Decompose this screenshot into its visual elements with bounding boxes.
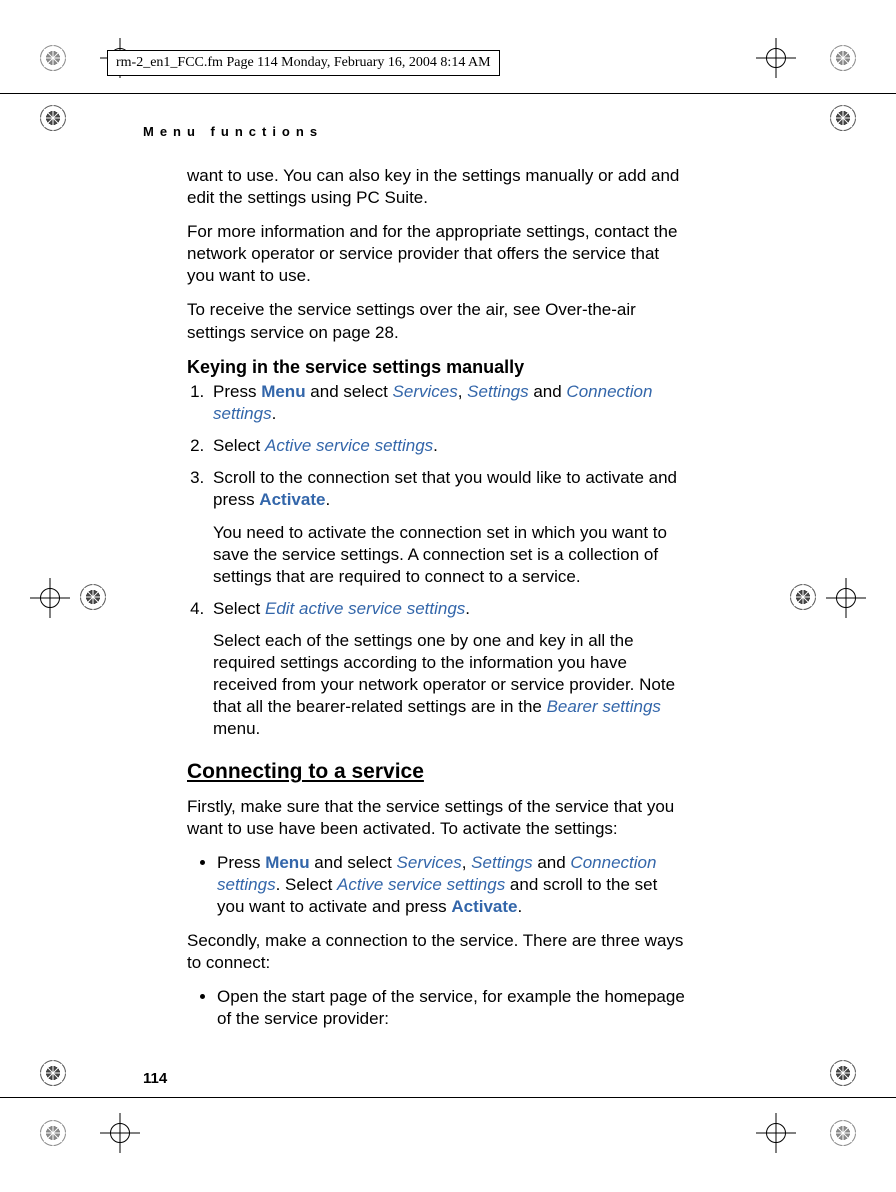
bullet-list: Open the start page of the service, for …	[187, 986, 685, 1030]
ui-term: Active service settings	[337, 875, 505, 894]
page-content: want to use. You can also key in the set…	[187, 165, 685, 1043]
ui-term: Active service settings	[265, 436, 433, 455]
text: and select	[310, 853, 397, 872]
list-item: Press Menu and select Services, Settings…	[209, 381, 685, 425]
list-item: Press Menu and select Services, Settings…	[217, 852, 685, 918]
cross-mark-icon	[826, 578, 866, 618]
heading: Connecting to a service	[187, 758, 685, 785]
body-text: You need to activate the connection set …	[213, 522, 685, 588]
cross-mark-icon	[756, 1113, 796, 1153]
text: ,	[462, 853, 471, 872]
body-text: For more information and for the appropr…	[187, 221, 685, 287]
list-item: Select Edit active service settings. Sel…	[209, 598, 685, 741]
text: .	[518, 897, 523, 916]
ui-term: Services	[393, 382, 458, 401]
text: and	[529, 382, 567, 401]
text: and	[533, 853, 571, 872]
reg-mark-icon	[830, 45, 856, 71]
crop-line	[0, 93, 896, 94]
body-text: Firstly, make sure that the service sett…	[187, 796, 685, 840]
cross-mark-icon	[756, 38, 796, 78]
ui-term: Bearer settings	[547, 697, 661, 716]
body-text: Select each of the settings one by one a…	[213, 630, 685, 740]
cross-mark-icon	[30, 578, 70, 618]
reg-mark-icon	[40, 1120, 66, 1146]
body-text: To receive the service settings over the…	[187, 299, 685, 343]
reg-mark-icon	[40, 105, 66, 131]
list-item: Open the start page of the service, for …	[217, 986, 685, 1030]
list-item: Select Active service settings.	[209, 435, 685, 457]
text: menu.	[213, 719, 260, 738]
body-text: want to use. You can also key in the set…	[187, 165, 685, 209]
reg-mark-icon	[830, 1120, 856, 1146]
text: Press	[213, 382, 261, 401]
page-number: 114	[143, 1070, 167, 1087]
text: .	[325, 490, 330, 509]
numbered-list: Press Menu and select Services, Settings…	[187, 381, 685, 740]
text: .	[433, 436, 438, 455]
reg-mark-icon	[80, 584, 106, 610]
text: and select	[306, 382, 393, 401]
cross-mark-icon	[100, 1113, 140, 1153]
ui-term: Menu	[265, 853, 309, 872]
list-item: Scroll to the connection set that you wo…	[209, 467, 685, 587]
reg-mark-icon	[40, 1060, 66, 1086]
reg-mark-icon	[790, 584, 816, 610]
bullet-list: Press Menu and select Services, Settings…	[187, 852, 685, 918]
ui-term: Menu	[261, 382, 305, 401]
text: ,	[458, 382, 467, 401]
text: .	[272, 404, 277, 423]
ui-term: Activate	[259, 490, 325, 509]
reg-mark-icon	[40, 45, 66, 71]
text: Press	[217, 853, 265, 872]
text: . Select	[276, 875, 337, 894]
ui-term: Edit active service settings	[265, 599, 465, 618]
ui-term: Activate	[451, 897, 517, 916]
reg-mark-icon	[830, 1060, 856, 1086]
section-header: Menu functions	[143, 124, 323, 139]
ui-term: Services	[397, 853, 462, 872]
text: .	[465, 599, 470, 618]
text: Select	[213, 599, 265, 618]
header-filename: rm-2_en1_FCC.fm Page 114 Monday, Februar…	[107, 50, 500, 76]
ui-term: Settings	[471, 853, 532, 872]
text: Select	[213, 436, 265, 455]
ui-term: Settings	[467, 382, 528, 401]
crop-line	[0, 1097, 896, 1098]
body-text: Secondly, make a connection to the servi…	[187, 930, 685, 974]
reg-mark-icon	[830, 105, 856, 131]
subheading: Keying in the service settings manually	[187, 356, 685, 379]
